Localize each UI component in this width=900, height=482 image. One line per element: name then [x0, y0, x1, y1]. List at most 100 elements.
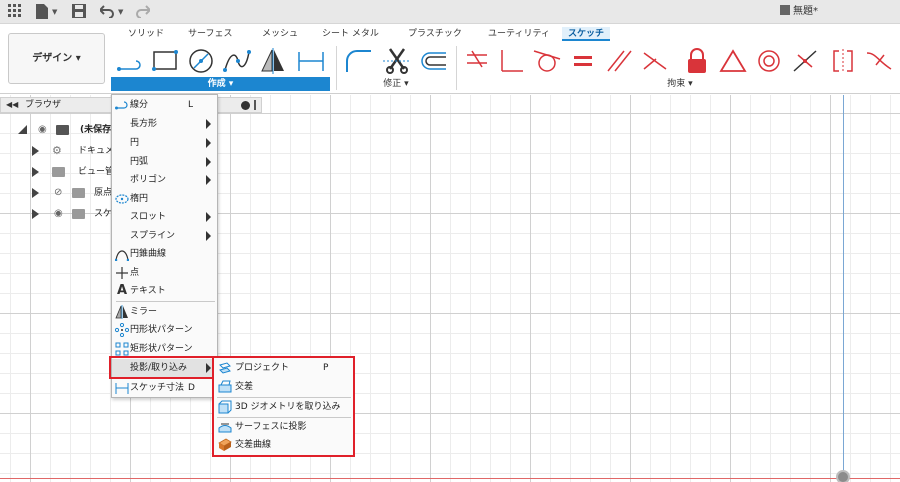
line-icon: [115, 98, 129, 112]
menu-item-sketch-dimension[interactable]: スケッチ寸法 D: [112, 379, 217, 397]
dimension-tool-icon[interactable]: [296, 47, 326, 75]
menu-item-spline[interactable]: スプライン: [112, 227, 217, 245]
menu-item-circle[interactable]: 円: [112, 134, 217, 152]
menu-item-circular-pattern[interactable]: 円形状パターン: [112, 321, 217, 339]
tab-solid[interactable]: ソリッド: [128, 27, 164, 41]
constraints-group-button[interactable]: 拘束 ▾: [460, 77, 900, 91]
rectangular-pattern-icon: [115, 342, 129, 356]
folder-icon: [52, 167, 65, 177]
mirror-tool-icon[interactable]: [258, 47, 288, 75]
tab-sheet-metal[interactable]: シート メタル: [322, 27, 379, 41]
gear-icon: ⚙: [52, 144, 62, 157]
create-group-button[interactable]: 作成 ▾: [111, 77, 330, 91]
text-icon: A: [116, 283, 128, 298]
expand-triangle-icon[interactable]: [32, 167, 39, 177]
offset-tool-icon[interactable]: [418, 47, 448, 75]
curvature-constraint-icon[interactable]: [864, 47, 894, 75]
submenu-arrow-icon: [206, 138, 211, 148]
file-menu-caret-icon[interactable]: ▼: [52, 5, 57, 19]
browser-options-icon[interactable]: [241, 101, 250, 110]
tab-mesh[interactable]: メッシュ: [262, 27, 298, 41]
trim-tool-icon[interactable]: [382, 47, 412, 75]
workspace-switcher-button[interactable]: デザイン ▾: [8, 33, 105, 84]
document-tab[interactable]: 無題*: [780, 3, 818, 21]
highlight-box-submenu: [212, 356, 355, 457]
coincident-constraint-icon[interactable]: [462, 47, 492, 75]
collapse-browser-icon[interactable]: ◀◀: [6, 98, 18, 112]
perpendicular-constraint-icon[interactable]: [496, 47, 526, 75]
ellipse-icon: [115, 192, 129, 206]
tab-sketch[interactable]: スケッチ: [562, 27, 611, 41]
line-tool-icon[interactable]: [116, 47, 146, 75]
browser-title: ブラウザ: [25, 100, 62, 110]
menu-item-arc[interactable]: 円弧: [112, 153, 217, 171]
menu-item-point[interactable]: 点: [112, 264, 217, 282]
menu-item-polygon[interactable]: ポリゴン: [112, 171, 217, 189]
title-bar: ▼ ▼ 無題*: [0, 0, 900, 24]
undo-icon[interactable]: [98, 4, 114, 20]
symmetry-constraint-icon[interactable]: [828, 47, 858, 75]
browser-row-label: スケ: [94, 209, 113, 219]
document-title: 無題*: [793, 6, 818, 17]
origin-point[interactable]: [836, 470, 850, 482]
submenu-arrow-icon: [206, 231, 211, 241]
toolbar-separator: [336, 46, 337, 90]
submenu-arrow-icon: [206, 212, 211, 222]
visibility-eye-icon[interactable]: ◉: [54, 209, 63, 219]
mirror-icon: [115, 305, 129, 319]
submenu-arrow-icon: [206, 119, 211, 129]
tab-utility[interactable]: ユーティリティ: [488, 27, 550, 41]
menu-item-rectangle[interactable]: 長方形: [112, 115, 217, 133]
highlight-box-menu-item: [109, 356, 214, 379]
vertical-axis-line: [843, 95, 844, 482]
circle-tool-icon[interactable]: [186, 47, 216, 75]
sketch-dimension-icon: [115, 381, 129, 395]
create-dropdown-menu: 線分 L 長方形 円 円弧 ポリゴン 楕円 スロット スプライン 円錐曲線 点 …: [111, 94, 218, 398]
folder-icon: [72, 188, 85, 198]
horizontal-axis-line: [0, 478, 900, 479]
toolbar-separator: [456, 46, 457, 90]
midpoint-constraint-icon[interactable]: [790, 47, 820, 75]
save-icon[interactable]: [72, 4, 86, 20]
expand-triangle-icon[interactable]: [32, 209, 39, 219]
menu-separator: [116, 301, 215, 302]
tab-plastic[interactable]: プラスチック: [408, 27, 462, 41]
triangle-constraint-icon[interactable]: [718, 47, 748, 75]
component-icon: [56, 125, 69, 135]
spline-tool-icon[interactable]: [222, 47, 252, 75]
fix-constraint-lock-icon[interactable]: [682, 47, 712, 75]
tangent-constraint-icon[interactable]: [532, 47, 562, 75]
document-cube-icon: [780, 5, 790, 15]
menu-item-text[interactable]: A テキスト: [112, 282, 217, 300]
equal-constraint-icon[interactable]: [568, 47, 598, 75]
app-grid-icon[interactable]: [8, 4, 22, 20]
fillet-tool-icon[interactable]: [344, 47, 374, 75]
expanded-triangle-icon[interactable]: [18, 125, 27, 134]
folder-icon: [72, 209, 85, 219]
tab-surface[interactable]: サーフェス: [188, 27, 232, 41]
browser-row-label: 原点: [94, 188, 113, 198]
collinear-constraint-icon[interactable]: [640, 47, 670, 75]
parallel-constraint-icon[interactable]: [604, 47, 634, 75]
point-icon: [115, 266, 129, 280]
expand-triangle-icon[interactable]: [32, 188, 39, 198]
concentric-constraint-icon[interactable]: [754, 47, 784, 75]
browser-row-label: (未保存): [80, 125, 116, 135]
menu-item-ellipse[interactable]: 楕円: [112, 190, 217, 208]
browser-pin-icon[interactable]: [254, 100, 256, 110]
menu-item-slot[interactable]: スロット: [112, 208, 217, 226]
menu-item-mirror[interactable]: ミラー: [112, 303, 217, 321]
modify-group-button[interactable]: 修正 ▾: [340, 77, 452, 91]
menu-item-conic-curve[interactable]: 円錐曲線: [112, 245, 217, 263]
conic-curve-icon: [114, 247, 130, 262]
expand-triangle-icon[interactable]: [32, 146, 39, 156]
hidden-eye-icon[interactable]: ⊘: [54, 188, 62, 198]
toolbar: デザイン ▾ ソリッド サーフェス メッシュ シート メタル プラスチック ユー…: [0, 24, 900, 94]
menu-item-line[interactable]: 線分 L: [112, 96, 217, 114]
visibility-eye-icon[interactable]: ◉: [38, 125, 47, 135]
redo-icon[interactable]: [136, 4, 152, 20]
file-icon[interactable]: [36, 4, 48, 20]
undo-caret-icon[interactable]: ▼: [118, 5, 123, 19]
rectangle-tool-icon[interactable]: [150, 47, 180, 75]
submenu-arrow-icon: [206, 157, 211, 167]
